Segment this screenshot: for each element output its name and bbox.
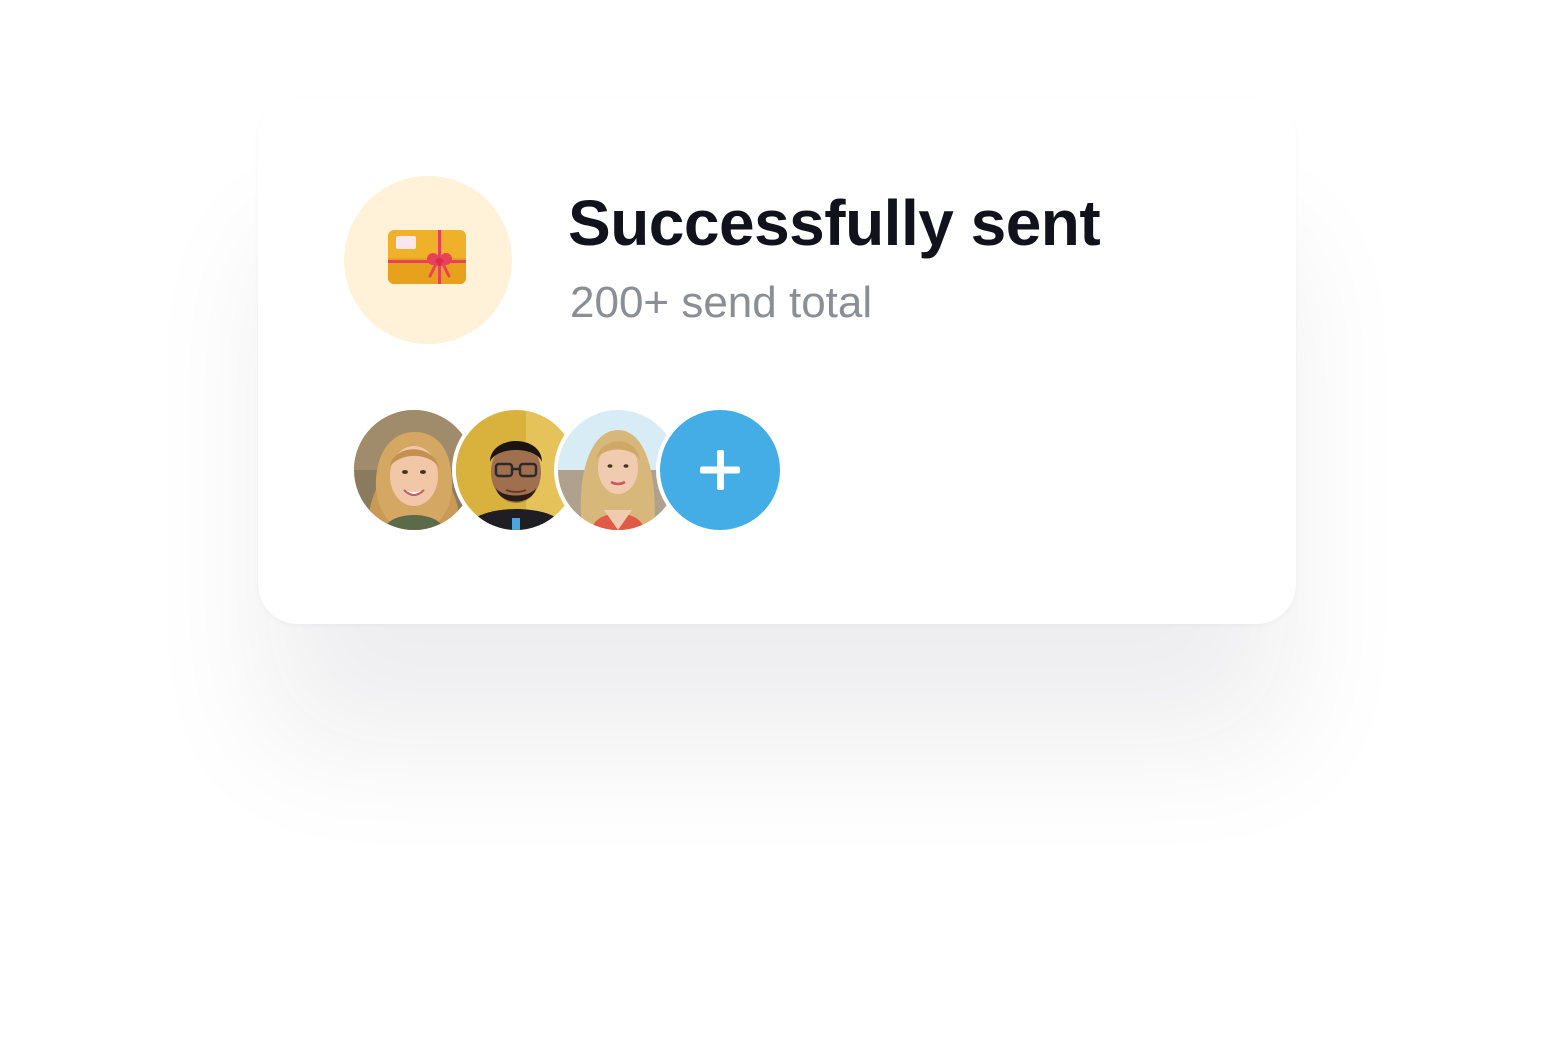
card-title: Successfully sent (568, 187, 1101, 259)
gift-icon-badge (344, 176, 512, 344)
plus-icon (700, 450, 740, 490)
add-recipient-button[interactable] (656, 406, 784, 534)
card-subtitle: 200+ send total (570, 278, 873, 327)
stage: Successfully sent 200+ send total (0, 0, 1552, 1040)
recipient-avatars (350, 406, 790, 534)
gift-card-icon (388, 230, 466, 284)
sent-card: Successfully sent 200+ send total (258, 98, 1296, 624)
